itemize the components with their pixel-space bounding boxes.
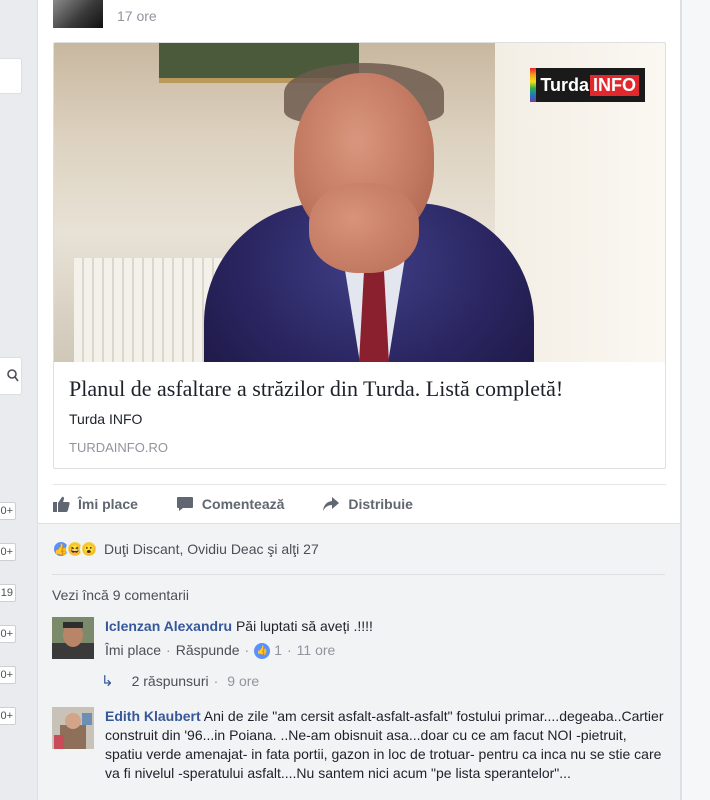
like-icon: 👍: [254, 642, 271, 659]
search-icon: [7, 369, 19, 382]
like-button[interactable]: Îmi place: [53, 496, 138, 512]
comment-reply-link[interactable]: Răspunde: [176, 641, 240, 660]
sidebar-count-badge: 0+: [0, 543, 16, 561]
sidebar-count-badge: 19: [0, 584, 16, 602]
left-search-box[interactable]: [0, 357, 22, 395]
reactions-names[interactable]: Duţi Discant, Ovidiu Deac şi alţi 27: [104, 541, 319, 557]
view-more-comments-link[interactable]: Vezi încă 9 comentarii: [52, 587, 189, 603]
comment-author[interactable]: Iclenzan Alexandru: [105, 618, 232, 634]
share-button[interactable]: Distribuie: [322, 496, 413, 512]
sidebar-count-badge: 0+: [0, 707, 16, 725]
right-sidebar-edge: [681, 0, 710, 800]
comment-like-count[interactable]: 👍 1: [254, 641, 282, 660]
sidebar-count-badge: 0+: [0, 502, 16, 520]
commenter-avatar[interactable]: [52, 617, 94, 659]
wow-reaction-icon: 😮: [80, 540, 98, 558]
thumbs-up-icon: [53, 496, 70, 512]
link-preview-image[interactable]: Turda INFO: [54, 43, 665, 362]
feed-post: 17 ore Turda INFO Planul de asfaltare a s…: [37, 0, 681, 800]
comments-section: 👍 😆 😮 Duţi Discant, Ovidiu Deac şi alţi …: [38, 523, 680, 800]
left-panel-box: [0, 58, 22, 94]
comment-button[interactable]: Comentează: [176, 496, 284, 512]
view-replies-link[interactable]: ↳ 2 răspunsuri · 9 ore: [101, 672, 259, 690]
turdainfo-logo: Turda INFO: [530, 68, 645, 102]
share-icon: [323, 497, 340, 511]
link-source: Turda INFO: [69, 411, 143, 427]
commenter-avatar[interactable]: [52, 707, 94, 749]
link-domain: TURDAINFO.RO: [69, 440, 168, 455]
reactions-summary[interactable]: 👍 😆 😮 Duţi Discant, Ovidiu Deac şi alţi …: [52, 540, 319, 558]
comment-like-link[interactable]: Îmi place: [105, 641, 161, 660]
comment-author[interactable]: Edith Klaubert: [105, 708, 201, 724]
link-preview-card[interactable]: Turda INFO Planul de asfaltare a străzilo…: [53, 42, 666, 469]
reply-arrow-icon: ↳: [101, 673, 114, 690]
post-actions-bar: Îmi place Comentează Distribuie: [53, 486, 666, 522]
link-title[interactable]: Planul de asfaltare a străzilor din Turd…: [69, 376, 563, 402]
page-avatar[interactable]: [53, 0, 103, 28]
sidebar-count-badge: 0+: [0, 625, 16, 643]
left-column: 0+ 0+ 19 0+ 0+ 0+: [0, 0, 22, 800]
comment-text: Păi luptati să aveți .!!!!: [235, 618, 373, 634]
comment-time[interactable]: 11 ore: [297, 641, 336, 660]
sidebar-count-badge: 0+: [0, 666, 16, 684]
divider: [52, 574, 665, 575]
post-timestamp[interactable]: 17 ore: [117, 8, 157, 24]
comment-icon: [176, 497, 193, 511]
divider: [53, 484, 666, 485]
